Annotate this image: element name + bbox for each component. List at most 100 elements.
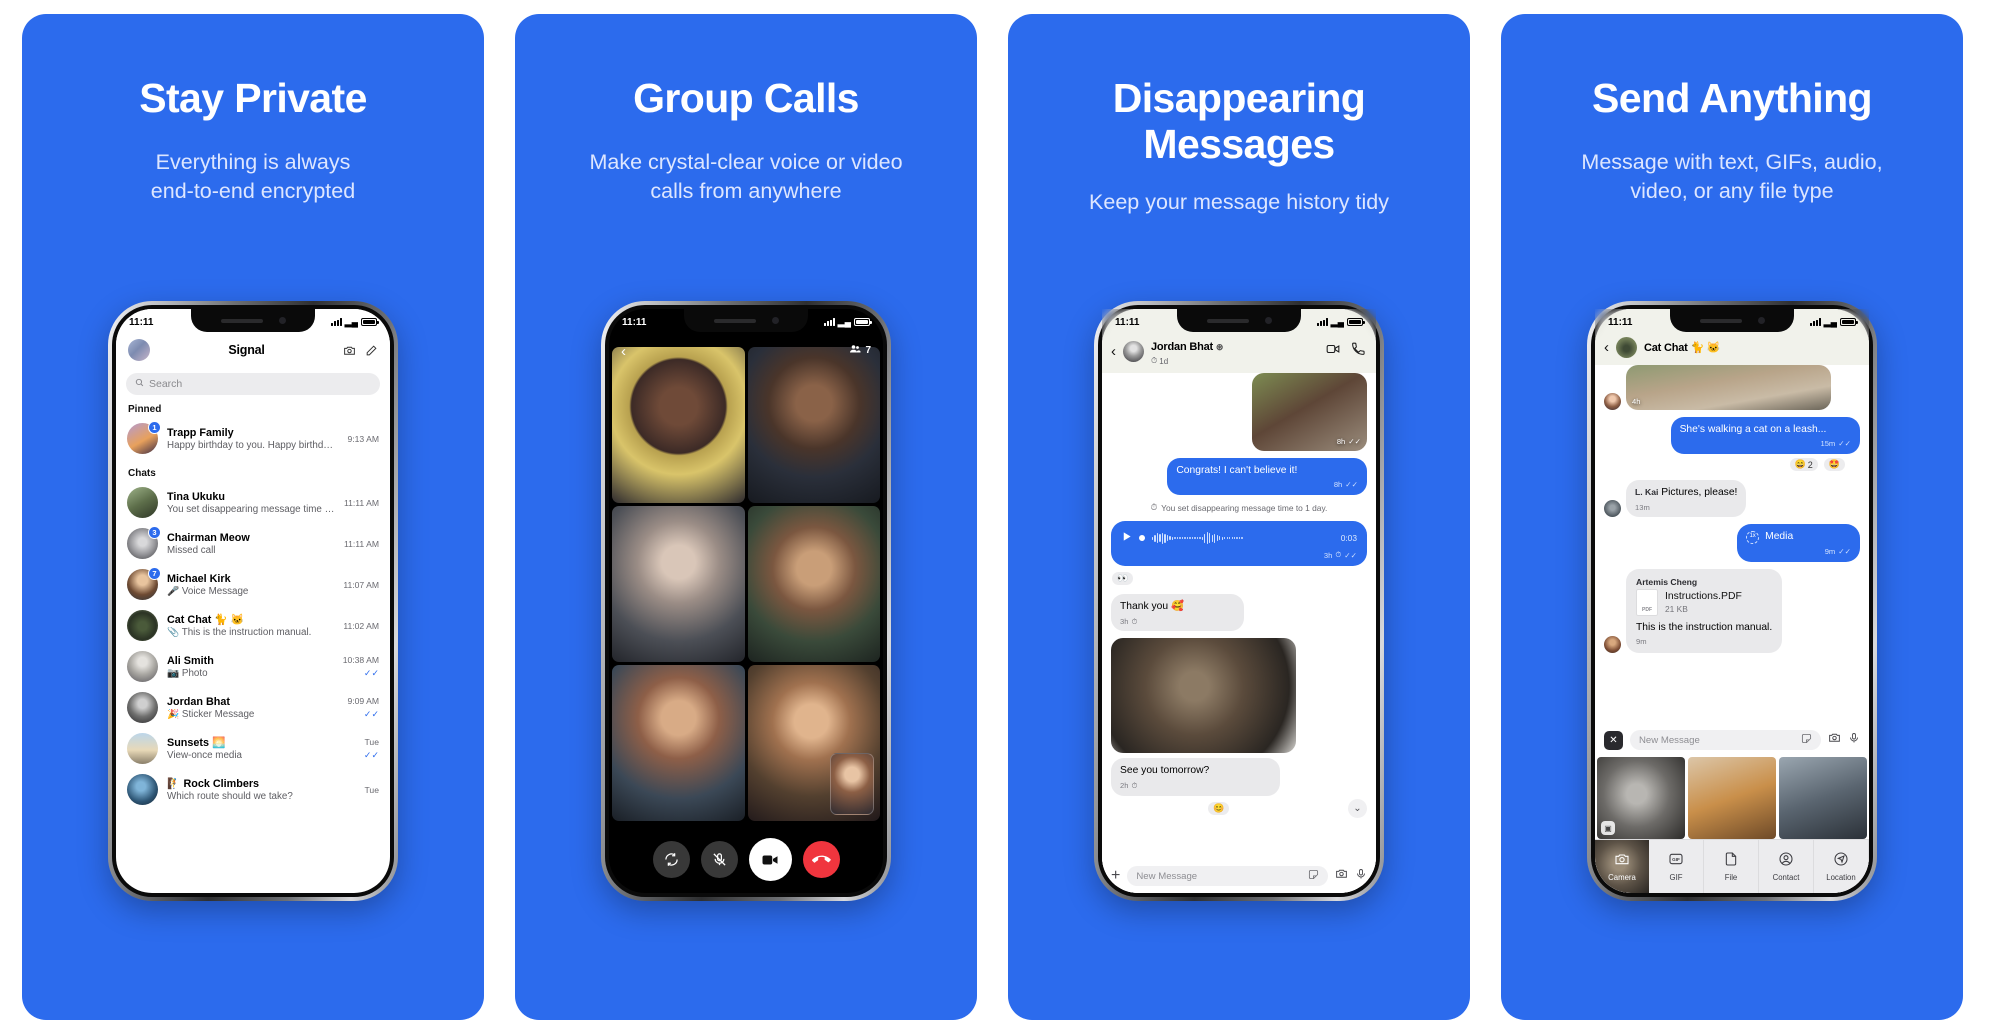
message-bubble-out[interactable]: She's walking a cat on a leash... 15m ✓✓ bbox=[1670, 417, 1860, 455]
flip-camera-button[interactable] bbox=[652, 841, 690, 878]
chat-name: Michael Kirk bbox=[167, 572, 231, 585]
message-bubble-in[interactable]: See you tomorrow? 2h ⏱ bbox=[1111, 758, 1280, 796]
list-item[interactable]: 3 Chairman Meow Missed call 11:11 AM bbox=[116, 523, 390, 564]
list-item[interactable]: Sunsets 🌅 View-once media Tue ✓✓ bbox=[116, 728, 390, 769]
message-meta: 8h ✓✓ bbox=[1336, 437, 1361, 446]
video-button[interactable] bbox=[748, 838, 792, 881]
wifi-icon: ▂▄ bbox=[1823, 316, 1837, 327]
chat-preview: Missed call bbox=[167, 544, 216, 556]
attachment-option-camera[interactable]: Camera bbox=[1595, 840, 1649, 893]
play-icon[interactable] bbox=[1121, 529, 1132, 547]
message-meta: 4h bbox=[1632, 397, 1641, 406]
video-tile[interactable] bbox=[612, 665, 745, 821]
microphone-icon[interactable] bbox=[1355, 867, 1367, 885]
search-input[interactable]: Search bbox=[126, 373, 380, 395]
message-input[interactable]: New Message bbox=[1127, 866, 1328, 886]
chat-timestamp: 9:13 AM bbox=[347, 433, 379, 444]
playhead-handle[interactable] bbox=[1139, 535, 1145, 542]
timer-icon: ⏱ bbox=[1150, 502, 1158, 513]
message-meta: 9m bbox=[1636, 637, 1647, 647]
media-message-in[interactable] bbox=[1111, 638, 1296, 754]
video-tile[interactable] bbox=[612, 347, 745, 503]
gif-icon: GIF bbox=[1668, 851, 1684, 869]
camera-icon[interactable] bbox=[1828, 731, 1841, 749]
media-thumbnail[interactable] bbox=[1688, 757, 1776, 839]
message-bubble-in[interactable]: L. Kai Pictures, please! 13m bbox=[1626, 480, 1747, 518]
compose-icon[interactable] bbox=[365, 344, 378, 357]
video-tile[interactable] bbox=[747, 347, 880, 503]
voice-message-out[interactable]: 0:03 3h ⏱ ✓✓ bbox=[1111, 521, 1367, 567]
sticker-icon[interactable] bbox=[1308, 869, 1319, 883]
reaction-chip[interactable]: 😊 bbox=[1207, 800, 1231, 816]
attachment-option-label: GIF bbox=[1669, 873, 1683, 882]
message-input[interactable]: New Message bbox=[1630, 730, 1821, 750]
earpiece-speaker bbox=[1699, 318, 1742, 323]
message-bubble-in[interactable]: Thank you 🥰 3h ⏱ bbox=[1111, 594, 1245, 632]
avatar: 3 bbox=[127, 526, 161, 559]
media-thumbnail[interactable] bbox=[1779, 757, 1867, 839]
disappearing-timer: ⏱ 1d bbox=[1151, 356, 1169, 366]
file-message-in[interactable]: Artemis Cheng PDF Instructions.PDF 21 KB… bbox=[1626, 568, 1783, 654]
list-item[interactable]: Cat Chat 🐈 🐱 📎 This is the instruction ma… bbox=[116, 605, 390, 646]
add-attachment-button[interactable]: + bbox=[1111, 868, 1120, 884]
microphone-icon[interactable] bbox=[1848, 731, 1860, 749]
close-attachment-button[interactable]: ✕ bbox=[1604, 730, 1623, 750]
list-item[interactable]: Tina Ukuku You set disappearing message t… bbox=[116, 482, 390, 523]
phone-notch bbox=[1177, 309, 1301, 332]
video-tile[interactable] bbox=[747, 506, 880, 662]
self-view-pip[interactable] bbox=[830, 753, 874, 815]
avatar[interactable] bbox=[1123, 341, 1144, 362]
voice-call-icon[interactable] bbox=[1351, 342, 1365, 361]
avatar[interactable] bbox=[1604, 393, 1621, 410]
scroll-to-bottom-button[interactable]: ⌄ bbox=[1348, 798, 1367, 818]
camera-icon[interactable] bbox=[343, 344, 356, 357]
avatar[interactable] bbox=[1604, 636, 1621, 654]
media-message-out[interactable]: 8h ✓✓ bbox=[1252, 373, 1367, 451]
search-placeholder: Search bbox=[149, 378, 183, 390]
reaction-chip[interactable]: 👀 bbox=[1111, 568, 1367, 587]
attachment-option-gif[interactable]: GIF GIF bbox=[1649, 840, 1704, 893]
back-button[interactable]: ‹ bbox=[1111, 344, 1116, 359]
avatar[interactable] bbox=[1604, 500, 1621, 518]
media-thumbnail[interactable]: ▣ bbox=[1597, 757, 1685, 839]
video-tile[interactable] bbox=[747, 665, 880, 821]
panel-3-subtitle: Keep your message history tidy bbox=[1089, 189, 1389, 214]
end-call-button[interactable] bbox=[802, 841, 840, 878]
back-button[interactable]: ‹ bbox=[621, 343, 626, 360]
panel-3-title: Disappearing Messages bbox=[1112, 75, 1366, 167]
list-item[interactable]: 1 Trapp Family Happy birthday to you. Ha… bbox=[116, 418, 390, 459]
avatar[interactable] bbox=[1616, 337, 1637, 358]
panel-3-header: Disappearing Messages Keep your message … bbox=[1008, 14, 1470, 216]
list-item[interactable]: 🧗 Rock Climbers Which route should we tak… bbox=[116, 769, 390, 810]
chat-timestamp: Tue bbox=[364, 736, 380, 747]
status-time: 11:11 bbox=[622, 316, 647, 328]
video-tile[interactable] bbox=[612, 506, 745, 662]
media-message-in[interactable]: 4h bbox=[1626, 365, 1831, 410]
chat-timestamp: 11:11 AM bbox=[343, 538, 379, 549]
panel-disappearing-messages: Disappearing Messages Keep your message … bbox=[1008, 14, 1470, 1020]
message-bubble-out[interactable]: Congrats! I can't believe it! 8h ✓✓ bbox=[1167, 458, 1367, 496]
mute-button[interactable] bbox=[700, 841, 738, 878]
reaction-chip[interactable]: 😄 2 bbox=[1788, 457, 1819, 473]
chat-name: Sunsets 🌅 bbox=[167, 737, 226, 749]
view-once-icon: 1x bbox=[1746, 530, 1760, 544]
attachment-option-file[interactable]: File bbox=[1704, 840, 1759, 893]
list-item[interactable]: Ali Smith 📷 Photo 10:38 AM ✓✓ bbox=[116, 646, 390, 687]
message-meta: 8h ✓✓ bbox=[1333, 480, 1358, 490]
attachment-option-contact[interactable]: Contact bbox=[1759, 840, 1814, 893]
attachment-option-location[interactable]: Location bbox=[1814, 840, 1869, 893]
video-call-icon[interactable] bbox=[1326, 342, 1340, 361]
list-item[interactable]: 7 Michael Kirk 🎤 Voice Message 11:07 AM bbox=[116, 564, 390, 605]
sticker-icon[interactable] bbox=[1801, 733, 1812, 747]
gallery-icon[interactable]: ▣ bbox=[1601, 821, 1615, 835]
chat-timestamp: 11:07 AM bbox=[343, 579, 379, 590]
reaction-chip[interactable]: 🤩 bbox=[1822, 457, 1846, 473]
camera-icon[interactable] bbox=[1335, 867, 1348, 885]
view-once-media-out[interactable]: 1x Media 9m ✓✓ bbox=[1737, 524, 1860, 562]
back-button[interactable]: ‹ bbox=[1604, 340, 1609, 355]
profile-avatar[interactable] bbox=[128, 339, 150, 361]
read-check-icon: ✓✓ bbox=[1344, 550, 1357, 560]
list-item[interactable]: Jordan Bhat 🎉 Sticker Message 9:09 AM ✓✓ bbox=[116, 687, 390, 728]
location-icon bbox=[1833, 851, 1849, 869]
panel-2-header: Group Calls Make crystal-clear voice or … bbox=[515, 14, 977, 205]
